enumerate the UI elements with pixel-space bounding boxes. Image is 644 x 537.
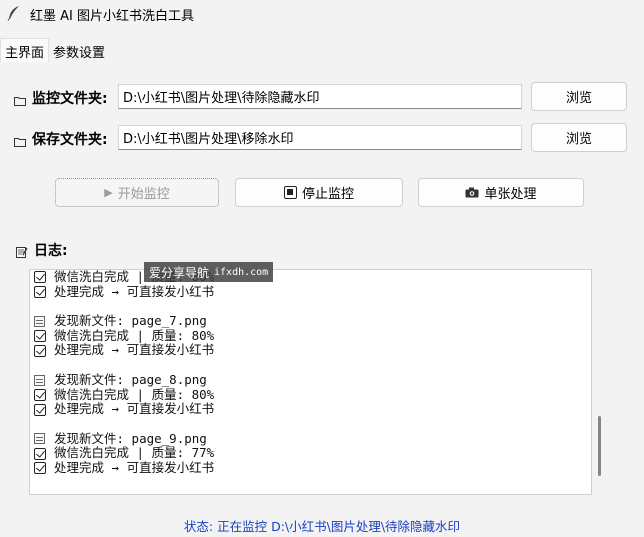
- checkbox-icon: [34, 403, 46, 416]
- checkbox-icon: [34, 344, 46, 357]
- log-line-text: 处理完成 → 可直接发小红书: [54, 459, 215, 475]
- status-text: 状态: 正在监控 D:\小红书\图片处理\待除隐藏水印: [183, 519, 461, 534]
- window-title: 红墨 AI 图片小红书洗白工具: [30, 9, 194, 24]
- log-line: 处理完成 → 可直接发小红书: [34, 283, 215, 300]
- log-line-text: 处理完成 → 可直接发小红书: [54, 342, 215, 358]
- save-folder-label-text: 保存文件夹:: [32, 132, 108, 148]
- feather-icon: [7, 6, 19, 21]
- watermark-overlay: 爱分享导航 ifxdh.com: [144, 262, 274, 282]
- log-line: 处理完成 → 可直接发小红书: [34, 401, 215, 417]
- camera-icon: [465, 187, 479, 198]
- log-lines: 微信洗白完成 | 质量: 80% 处理完成 → 可直接发小红书 发现新文件: pag…: [34, 270, 214, 476]
- log-line-text: 微信洗白完成 | 质量: 77%: [54, 445, 215, 461]
- log-line: 微信洗白完成 | 质量: 77%: [34, 446, 214, 461]
- document-icon: [34, 315, 45, 327]
- document-icon: [34, 433, 45, 445]
- monitor-folder-input[interactable]: [118, 84, 522, 109]
- play-icon: ▶: [104, 186, 113, 199]
- watermark-url: ifxdh.com: [214, 266, 269, 278]
- checkbox-icon: [34, 447, 46, 460]
- log-line-text: 处理完成 → 可直接发小红书: [54, 283, 215, 299]
- log-label-text: 日志:: [34, 243, 68, 259]
- folder-icon: [14, 97, 26, 106]
- folder-icon: [14, 138, 26, 147]
- save-browse-button[interactable]: 浏览: [531, 123, 627, 152]
- log-line: 微信洗白完成 | 质量: 80%: [34, 327, 215, 344]
- stop-monitor-label: 停止监控: [301, 187, 354, 202]
- title-bar: 红墨 AI 图片小红书洗白工具: [0, 0, 644, 28]
- start-monitor-button[interactable]: ▶ 开始监控: [55, 178, 219, 207]
- log-line-text: 微信洗白完成 | 质量: 80%: [54, 386, 215, 402]
- log-line-text: 发现新文件: page_7.png: [54, 313, 207, 329]
- checkbox-icon: [34, 462, 46, 475]
- main-panel: 监控文件夹: 浏览 保存文件夹: 浏览 ▶ 开始监控 停止监控 单张处理: [0, 62, 644, 537]
- tab-settings[interactable]: 参数设置: [49, 38, 109, 62]
- monitor-folder-label-text: 监控文件夹:: [32, 91, 108, 107]
- log-line: 处理完成 → 可直接发小红书: [34, 459, 215, 476]
- log-line-text: 发现新文件: page_9.png: [54, 430, 207, 446]
- single-process-label: 单张处理: [484, 187, 537, 202]
- log-line: 发现新文件: page_7.png: [34, 313, 214, 329]
- watermark-text: 爱分享导航: [149, 265, 210, 280]
- checkbox-icon: [34, 330, 46, 343]
- monitor-browse-button[interactable]: 浏览: [531, 82, 627, 111]
- log-line-text: 发现新文件: page_8.png: [54, 371, 207, 387]
- log-line: 微信洗白完成 | 质量: 80%: [34, 386, 215, 403]
- log-line: 发现新文件: page_8.png: [34, 371, 214, 388]
- log-line-text: 微信洗白完成 | 质量: 80%: [54, 327, 215, 343]
- document-icon: [34, 374, 45, 386]
- log-line: 处理完成 → 可直接发小红书: [34, 343, 214, 358]
- log-scrollbar-thumb[interactable]: [598, 416, 601, 476]
- checkbox-icon: [34, 286, 46, 299]
- memo-icon: [16, 246, 28, 258]
- stop-icon: [283, 186, 297, 199]
- checkbox-icon: [34, 271, 46, 284]
- log-blank-line: [34, 417, 214, 432]
- start-monitor-label: 开始监控: [117, 187, 170, 202]
- save-folder-input[interactable]: [118, 125, 522, 150]
- log-line-text: 处理完成 → 可直接发小红书: [54, 401, 215, 417]
- tab-main[interactable]: 主界面: [0, 38, 50, 62]
- monitor-folder-label: 监控文件夹:: [14, 88, 108, 108]
- save-folder-label: 保存文件夹:: [14, 129, 108, 149]
- tab-bar: 主界面 参数设置: [0, 38, 109, 62]
- log-blank-line: [34, 299, 214, 314]
- log-textarea[interactable]: 微信洗白完成 | 质量: 80% 处理完成 → 可直接发小红书 发现新文件: pag…: [29, 269, 592, 495]
- log-line: 发现新文件: page_9.png: [34, 430, 214, 447]
- log-label: 日志:: [16, 240, 68, 260]
- single-process-button[interactable]: 单张处理: [418, 178, 584, 207]
- stop-monitor-button[interactable]: 停止监控: [235, 178, 403, 207]
- checkbox-icon: [34, 388, 46, 401]
- log-blank-line: [34, 358, 214, 373]
